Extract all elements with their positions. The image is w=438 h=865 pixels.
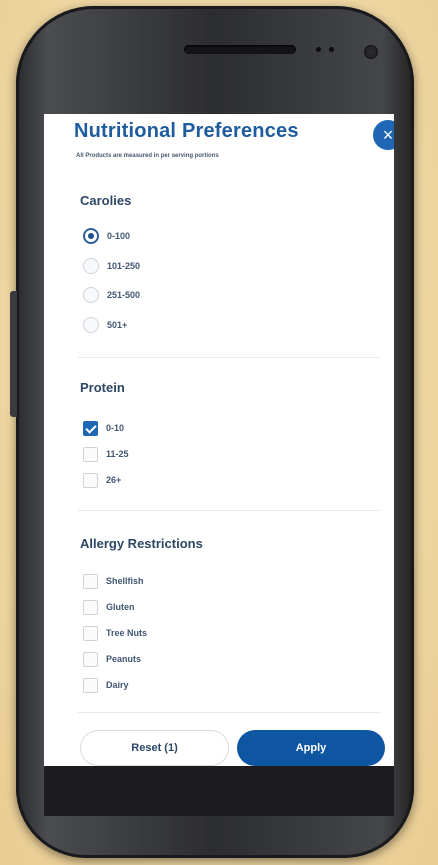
option-label: 26+ — [106, 475, 122, 485]
option-label: Peanuts — [106, 654, 142, 664]
option-label: 501+ — [107, 320, 128, 330]
close-icon[interactable]: × — [373, 120, 394, 150]
allergy-option[interactable]: Dairy — [83, 675, 129, 695]
checkbox-icon[interactable] — [83, 573, 98, 589]
dialog-title: Nutritional Preferences — [74, 120, 299, 142]
option-label: Tree Nuts — [106, 628, 148, 638]
option-label: 0-100 — [107, 231, 131, 241]
option-label: 251-500 — [107, 290, 141, 300]
option-label: Gluten — [106, 602, 135, 612]
dialog-subtitle: All Products are measured in per serving… — [76, 153, 219, 159]
calories-section-title: Carolies — [80, 193, 132, 208]
apply-button[interactable]: Apply — [237, 730, 385, 766]
section-divider — [78, 510, 381, 511]
sensor-dot — [329, 47, 334, 52]
reset-button[interactable]: Reset (1) — [80, 730, 229, 766]
protein-section-title: Protein — [80, 380, 125, 395]
phone-chin — [44, 766, 394, 816]
calories-option[interactable]: 501+ — [83, 315, 127, 335]
checkbox-icon[interactable] — [83, 677, 98, 693]
protein-option[interactable]: 26+ — [83, 470, 121, 490]
option-label: 101-250 — [107, 261, 141, 271]
section-divider — [78, 357, 381, 358]
speaker-grille — [184, 45, 296, 54]
option-label: 11-25 — [106, 449, 129, 459]
radio-icon[interactable] — [83, 317, 99, 333]
checkbox-checked-icon[interactable] — [83, 420, 98, 436]
side-button — [10, 291, 17, 417]
sensor-dot — [316, 47, 321, 52]
nutrition-preferences-dialog: Nutritional Preferences All Products are… — [44, 114, 394, 766]
option-label: 0-10 — [106, 423, 125, 433]
checkbox-icon[interactable] — [83, 446, 98, 462]
checkbox-icon[interactable] — [83, 625, 98, 641]
section-divider — [78, 712, 381, 713]
protein-option[interactable]: 11-25 — [83, 444, 129, 464]
allergy-option[interactable]: Shellfish — [83, 571, 144, 591]
option-label: Dairy — [106, 680, 129, 690]
checkbox-icon[interactable] — [83, 651, 98, 667]
allergy-section-title: Allergy Restrictions — [80, 536, 203, 551]
radio-selected-icon[interactable] — [83, 228, 99, 244]
calories-option[interactable]: 251-500 — [83, 285, 140, 305]
radio-icon[interactable] — [83, 258, 99, 274]
option-label: Shellfish — [106, 576, 144, 586]
radio-icon[interactable] — [83, 287, 99, 303]
calories-option[interactable]: 101-250 — [83, 256, 140, 276]
calories-option[interactable]: 0-100 — [83, 226, 130, 246]
allergy-option[interactable]: Gluten — [83, 597, 135, 617]
front-camera-icon — [364, 45, 378, 59]
checkbox-icon[interactable] — [83, 472, 98, 488]
checkbox-icon[interactable] — [83, 599, 98, 615]
protein-option[interactable]: 0-10 — [83, 418, 124, 438]
allergy-option[interactable]: Tree Nuts — [83, 623, 147, 643]
allergy-option[interactable]: Peanuts — [83, 649, 141, 669]
